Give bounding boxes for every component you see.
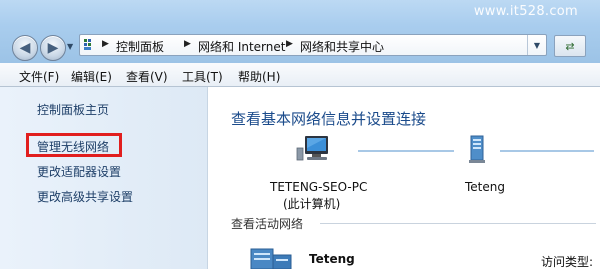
breadcrumb-separator-icon[interactable]: ▶ xyxy=(286,39,293,49)
watermark: www.it528.com xyxy=(473,4,578,19)
forward-button[interactable]: ▶ xyxy=(40,35,66,61)
menu-edit[interactable]: 编辑(E) xyxy=(71,68,112,85)
menu-file[interactable]: 文件(F) xyxy=(19,68,59,85)
network-icon xyxy=(250,248,292,269)
section-title: 查看活动网络 xyxy=(231,217,304,231)
page-title: 查看基本网络信息并设置连接 xyxy=(231,110,427,128)
address-dropdown-icon[interactable]: ▼ xyxy=(527,35,546,55)
forward-arrow-icon: ▶ xyxy=(47,40,59,56)
connection-line xyxy=(358,150,454,152)
refresh-button[interactable]: ⇄ xyxy=(554,35,586,57)
network-name: Teteng xyxy=(465,180,505,194)
refresh-icon: ⇄ xyxy=(565,39,575,53)
computer-sub-label: (此计算机) xyxy=(283,197,341,211)
divider xyxy=(320,223,596,224)
back-button[interactable]: ◀ xyxy=(12,35,38,61)
breadcrumb-network-sharing-center[interactable]: 网络和共享中心 xyxy=(300,38,384,55)
menu-tools[interactable]: 工具(T) xyxy=(182,68,223,85)
address-bar[interactable]: ▶ 控制面板 ▶ 网络和 Internet ▶ 网络和共享中心 ▼ xyxy=(79,34,547,56)
breadcrumb-separator-icon[interactable]: ▶ xyxy=(184,39,191,49)
breadcrumb-separator-icon[interactable]: ▶ xyxy=(102,39,109,49)
active-network-name[interactable]: Teteng xyxy=(309,252,355,266)
back-arrow-icon: ◀ xyxy=(19,40,31,56)
menu-view[interactable]: 查看(V) xyxy=(126,68,168,85)
breadcrumb-network-internet[interactable]: 网络和 Internet xyxy=(198,38,285,55)
sidebar-item-change-adapter-settings[interactable]: 更改适配器设置 xyxy=(37,163,121,180)
history-dropdown-icon[interactable]: ▼ xyxy=(67,42,75,52)
sidebar-item-control-panel-home[interactable]: 控制面板主页 xyxy=(37,101,109,118)
highlight-box xyxy=(26,133,122,157)
computer-name: TETENG-SEO-PC xyxy=(270,180,368,194)
network-icon xyxy=(469,135,485,163)
computer-icon xyxy=(296,136,328,161)
menu-bar: 文件(F) 编辑(E) 查看(V) 工具(T) 帮助(H) xyxy=(0,63,600,87)
breadcrumb-control-panel[interactable]: 控制面板 xyxy=(116,38,164,55)
control-panel-icon xyxy=(84,39,91,50)
connection-line xyxy=(500,150,594,152)
access-type-label: 访问类型: xyxy=(541,255,594,269)
menu-help[interactable]: 帮助(H) xyxy=(238,68,280,85)
sidebar-item-change-advanced-sharing[interactable]: 更改高级共享设置 xyxy=(37,188,133,205)
